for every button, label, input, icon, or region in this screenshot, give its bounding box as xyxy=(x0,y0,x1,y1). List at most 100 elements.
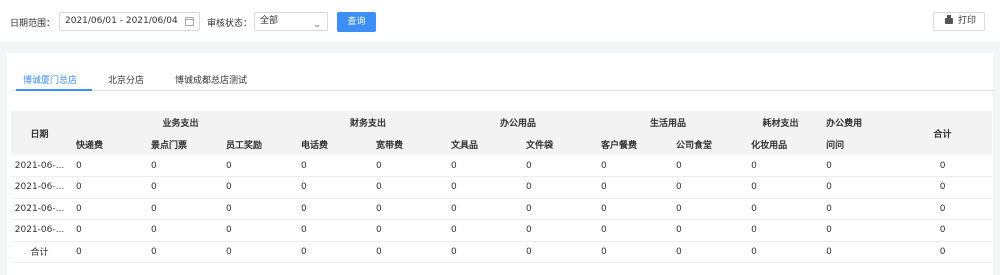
tab-beijing-branch[interactable]: 北京分店 xyxy=(108,73,144,86)
status-value: 全部 xyxy=(260,16,279,26)
value-cell: 0 xyxy=(293,155,369,177)
value-cell: 0 xyxy=(668,198,744,220)
value-cell: 0 xyxy=(518,198,594,220)
value-cell: 0 xyxy=(443,155,519,177)
column-header-row: 快递费 景点门票 员工奖励 电话费 宽带费 文具品 文件袋 客户餐费 公司食堂 … xyxy=(11,133,992,155)
group-header: 财务支出 xyxy=(293,111,444,133)
column-header: 问问 xyxy=(818,133,894,155)
value-cell: 0 xyxy=(443,198,519,220)
value-cell: 0 xyxy=(593,155,669,177)
value-cell: 0 xyxy=(293,176,369,199)
group-header: 业务支出 xyxy=(68,111,294,133)
printer-icon xyxy=(945,15,953,24)
value-cell: 0 xyxy=(518,176,594,199)
filter-toolbar: 日期范围： 2021/06/01 - 2021/06/04 审核状态： 全部 ⌄… xyxy=(0,0,1000,42)
value-cell: 0 xyxy=(818,241,894,263)
value-cell: 0 xyxy=(143,155,218,177)
value-cell: 0 xyxy=(68,176,143,199)
group-header: 生活用品 xyxy=(593,111,744,133)
column-header: 文件袋 xyxy=(518,133,594,155)
value-cell: 0 xyxy=(368,198,444,220)
group-header: 耗材支出 xyxy=(743,111,819,133)
value-cell: 0 xyxy=(743,176,819,199)
value-cell: 0 xyxy=(818,198,894,220)
column-header: 员工奖励 xyxy=(218,133,294,155)
print-button-label: 打印 xyxy=(958,16,977,26)
value-cell: 0 xyxy=(143,219,218,242)
date-cell: 2021-06-... xyxy=(11,176,68,199)
date-cell: 合计 xyxy=(11,241,68,263)
status-select[interactable]: 全部 ⌄ xyxy=(254,12,328,31)
column-header: 文具品 xyxy=(443,133,519,155)
total-cell: 0 xyxy=(893,198,993,220)
table-row: 2021-06-... 0 0 0 0 0 0 0 0 0 0 0 0 xyxy=(11,155,993,177)
value-cell: 0 xyxy=(293,219,369,242)
column-header: 公司食堂 xyxy=(668,133,744,155)
status-label: 审核状态： xyxy=(207,19,253,29)
value-cell: 0 xyxy=(518,219,594,242)
value-cell: 0 xyxy=(818,219,894,242)
calendar-icon xyxy=(185,17,194,26)
column-header: 化妆用品 xyxy=(743,133,819,155)
value-cell: 0 xyxy=(368,155,444,177)
value-cell: 0 xyxy=(293,198,369,220)
date-header: 日期 xyxy=(11,111,68,155)
table-row: 2021-06-... 0 0 0 0 0 0 0 0 0 0 0 0 xyxy=(11,176,993,199)
value-cell: 0 xyxy=(68,198,143,220)
value-cell: 0 xyxy=(818,155,894,177)
total-header: 合计 xyxy=(893,111,993,155)
expense-table: 日期 业务支出 财务支出 办公用品 生活用品 耗材支出 办公费用 合计 快递费 … xyxy=(11,111,993,263)
table-row: 2021-06-... 0 0 0 0 0 0 0 0 0 0 0 0 xyxy=(11,219,993,242)
value-cell: 0 xyxy=(593,241,669,263)
total-cell: 0 xyxy=(893,241,993,263)
value-cell: 0 xyxy=(293,241,369,263)
group-header: 办公费用 xyxy=(818,111,894,133)
value-cell: 0 xyxy=(368,176,444,199)
value-cell: 0 xyxy=(218,176,294,199)
value-cell: 0 xyxy=(143,198,218,220)
column-header: 宽带费 xyxy=(368,133,444,155)
column-header: 快递费 xyxy=(68,133,143,155)
date-range-label: 日期范围： xyxy=(10,19,56,29)
date-range-input[interactable]: 2021/06/01 - 2021/06/04 xyxy=(59,12,200,31)
value-cell: 0 xyxy=(593,198,669,220)
column-header: 电话费 xyxy=(293,133,369,155)
tab-chengdu-store-test[interactable]: 博诚成都总店测试 xyxy=(175,73,247,86)
value-cell: 0 xyxy=(68,241,143,263)
value-cell: 0 xyxy=(68,219,143,242)
value-cell: 0 xyxy=(218,241,294,263)
total-cell: 0 xyxy=(893,176,993,199)
total-cell: 0 xyxy=(893,219,993,242)
group-header: 办公用品 xyxy=(443,111,594,133)
value-cell: 0 xyxy=(518,241,594,263)
date-range-value: 2021/06/01 - 2021/06/04 xyxy=(65,16,178,26)
value-cell: 0 xyxy=(818,176,894,199)
print-button[interactable]: 打印 xyxy=(933,12,985,31)
value-cell: 0 xyxy=(668,241,744,263)
chevron-down-icon: ⌄ xyxy=(312,20,323,29)
value-cell: 0 xyxy=(143,241,218,263)
value-cell: 0 xyxy=(143,176,218,199)
summary-row: 合计 0 0 0 0 0 0 0 0 0 0 0 0 xyxy=(11,241,993,263)
content-panel: 博诚厦门总店 北京分店 博诚成都总店测试 日期 业务支出 财务支出 办公用品 生… xyxy=(7,53,995,275)
date-cell: 2021-06-... xyxy=(11,198,68,220)
tab-xiamen-store[interactable]: 博诚厦门总店 xyxy=(23,73,77,86)
value-cell: 0 xyxy=(593,176,669,199)
value-cell: 0 xyxy=(668,155,744,177)
column-header: 客户餐费 xyxy=(593,133,669,155)
value-cell: 0 xyxy=(743,219,819,242)
value-cell: 0 xyxy=(518,155,594,177)
value-cell: 0 xyxy=(743,155,819,177)
group-header-row: 日期 业务支出 财务支出 办公用品 生活用品 耗材支出 办公费用 合计 xyxy=(11,111,993,155)
table-row: 2021-06-... 0 0 0 0 0 0 0 0 0 0 0 0 xyxy=(11,198,993,220)
total-cell: 0 xyxy=(893,155,993,177)
query-button[interactable]: 查询 xyxy=(337,12,376,32)
value-cell: 0 xyxy=(443,219,519,242)
active-tab-indicator xyxy=(16,89,92,91)
value-cell: 0 xyxy=(218,219,294,242)
store-tabs: 博诚厦门总店 北京分店 博诚成都总店测试 xyxy=(12,53,995,91)
value-cell: 0 xyxy=(368,219,444,242)
column-header: 景点门票 xyxy=(143,133,218,155)
value-cell: 0 xyxy=(743,241,819,263)
value-cell: 0 xyxy=(593,219,669,242)
